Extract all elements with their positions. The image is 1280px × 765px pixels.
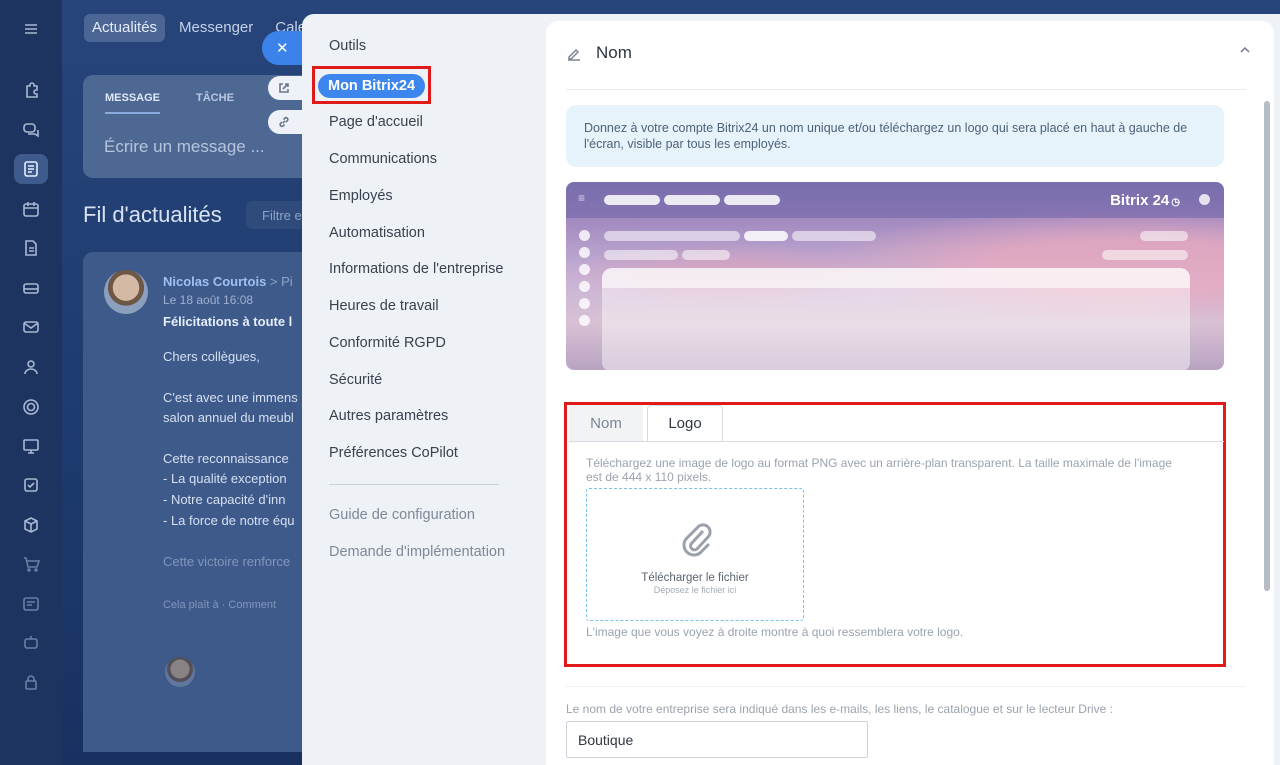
settings-content: Nom Donnez à votre compte Bitrix24 un no… — [546, 21, 1274, 765]
avatar — [165, 657, 195, 687]
section-divider — [566, 686, 1246, 687]
robot-icon[interactable] — [14, 628, 48, 658]
theme-preview: ≡ Bitrix 24 ◷ — [566, 182, 1224, 370]
preview-clock-icon: ◷ — [1171, 197, 1180, 208]
menu-item-demande-implementation[interactable]: Demande d'implémentation — [329, 544, 505, 560]
post-line: Chers collègues, — [163, 349, 260, 364]
logo-upload-dropzone[interactable]: Télécharger le fichier Déposez le fichie… — [586, 488, 804, 621]
edit-icon — [568, 48, 580, 61]
section-header[interactable]: Nom — [566, 43, 632, 63]
post-date: Le 18 août 16:08 — [163, 293, 254, 307]
menu-item-conformite-rgpd[interactable]: Conformité RGPD — [329, 335, 446, 351]
circle-icon[interactable] — [14, 392, 48, 422]
section-title: Nom — [596, 43, 632, 62]
company-name-input[interactable] — [566, 721, 868, 758]
menu-item-outils[interactable]: Outils — [329, 38, 366, 54]
drive-icon[interactable] — [14, 273, 48, 303]
menu-item-employes[interactable]: Employés — [329, 188, 393, 204]
post-line: Cette victoire renforce — [163, 554, 291, 569]
close-button[interactable]: ✕ — [262, 31, 304, 65]
upload-title[interactable]: Télécharger le fichier — [587, 572, 803, 584]
logo-hint: L'image que vous voyez à droite montre à… — [586, 625, 964, 639]
post-subject: Félicitations à toute l — [163, 314, 293, 329]
nav-messenger[interactable]: Messenger — [171, 14, 261, 42]
feed-post: Nicolas Courtois > Pi Le 18 août 16:08 F… — [83, 252, 323, 752]
menu-item-autres-parametres[interactable]: Autres paramètres — [329, 408, 448, 424]
collapse-toggle[interactable] — [1238, 43, 1252, 62]
open-new-window-button[interactable] — [268, 76, 302, 100]
menu-item-informations-entreprise[interactable]: Informations de l'entreprise — [329, 261, 503, 277]
chevron-up-icon — [1240, 46, 1250, 53]
logo-description: Téléchargez une image de logo au format … — [586, 456, 1172, 484]
post-line: - La qualité exception — [163, 471, 287, 486]
post-author[interactable]: Nicolas Courtois > Pi — [163, 274, 293, 289]
post-actions[interactable]: Cela plaît à · Comment — [163, 599, 276, 611]
composer-tab-message[interactable]: MESSAGE — [105, 92, 161, 114]
external-link-icon — [279, 83, 289, 93]
post-line: - La force de notre équ — [163, 513, 295, 528]
puzzle-icon[interactable] — [14, 76, 48, 106]
menu-item-mon-bitrix24[interactable]: Mon Bitrix24 — [318, 74, 426, 98]
board-icon[interactable] — [14, 431, 48, 461]
company-name-label: Le nom de votre entreprise sera indiqué … — [566, 702, 1113, 716]
feed-title: Fil d'actualités — [83, 202, 222, 227]
menu-item-automatisation[interactable]: Automatisation — [329, 225, 425, 241]
composer-tab-task[interactable]: TÂCHE — [196, 92, 234, 114]
paperclip-icon — [682, 523, 712, 557]
mail-icon[interactable] — [14, 312, 48, 342]
upload-subtitle: Déposez le fichier ici — [653, 585, 737, 595]
post-line: Cette reconnaissance — [163, 451, 289, 466]
tab-logo[interactable]: Logo — [647, 405, 723, 442]
feed-icon[interactable] — [14, 154, 48, 184]
nav-actualites[interactable]: Actualités — [84, 14, 166, 42]
post-line: C'est avec une immens — [163, 390, 298, 405]
copy-link-button[interactable] — [268, 110, 302, 134]
post-line: salon annuel du meubl — [163, 410, 294, 425]
document-icon[interactable] — [14, 233, 48, 263]
cart-icon[interactable] — [14, 549, 48, 579]
box-icon[interactable] — [14, 510, 48, 540]
menu-divider — [329, 484, 499, 485]
section-divider — [566, 89, 1246, 90]
menu-item-preferences-copilot[interactable]: Préférences CoPilot — [329, 445, 458, 461]
link-icon — [279, 116, 289, 128]
menu-item-guide-configuration[interactable]: Guide de configuration — [329, 507, 475, 523]
settings-menu: Outils Mon Bitrix24 Page d'accueil Commu… — [302, 14, 546, 765]
tab-nom[interactable]: Nom — [569, 405, 643, 442]
menu-item-heures-travail[interactable]: Heures de travail — [329, 298, 439, 314]
tab-underline — [569, 441, 1224, 442]
post-recipient: > Pi — [269, 274, 293, 289]
menu-item-securite[interactable]: Sécurité — [329, 372, 382, 388]
post-line: - Notre capacité d'inn — [163, 492, 286, 507]
left-rail — [0, 0, 62, 765]
menu-icon[interactable] — [14, 14, 48, 44]
menu-item-communications[interactable]: Communications — [329, 151, 437, 167]
users-icon[interactable] — [14, 352, 48, 382]
calendar-icon[interactable] — [14, 194, 48, 224]
menu-item-page-accueil[interactable]: Page d'accueil — [329, 114, 423, 130]
logo-tabs: Nom Logo — [566, 402, 1224, 442]
avatar[interactable] — [104, 270, 148, 314]
preview-brand: Bitrix 24 ◷ — [1110, 192, 1180, 209]
tasks-icon[interactable] — [14, 470, 48, 500]
chat-icon[interactable] — [14, 115, 48, 145]
info-banner: Donnez à votre compte Bitrix24 un nom un… — [566, 105, 1224, 167]
site-icon[interactable] — [14, 589, 48, 619]
composer-placeholder[interactable]: Écrire un message ... — [104, 137, 265, 157]
settings-panel: Outils Mon Bitrix24 Page d'accueil Commu… — [302, 14, 1280, 765]
lock-icon[interactable] — [14, 667, 48, 697]
scrollbar[interactable] — [1264, 101, 1270, 591]
preview-menu-icon: ≡ — [578, 191, 586, 205]
